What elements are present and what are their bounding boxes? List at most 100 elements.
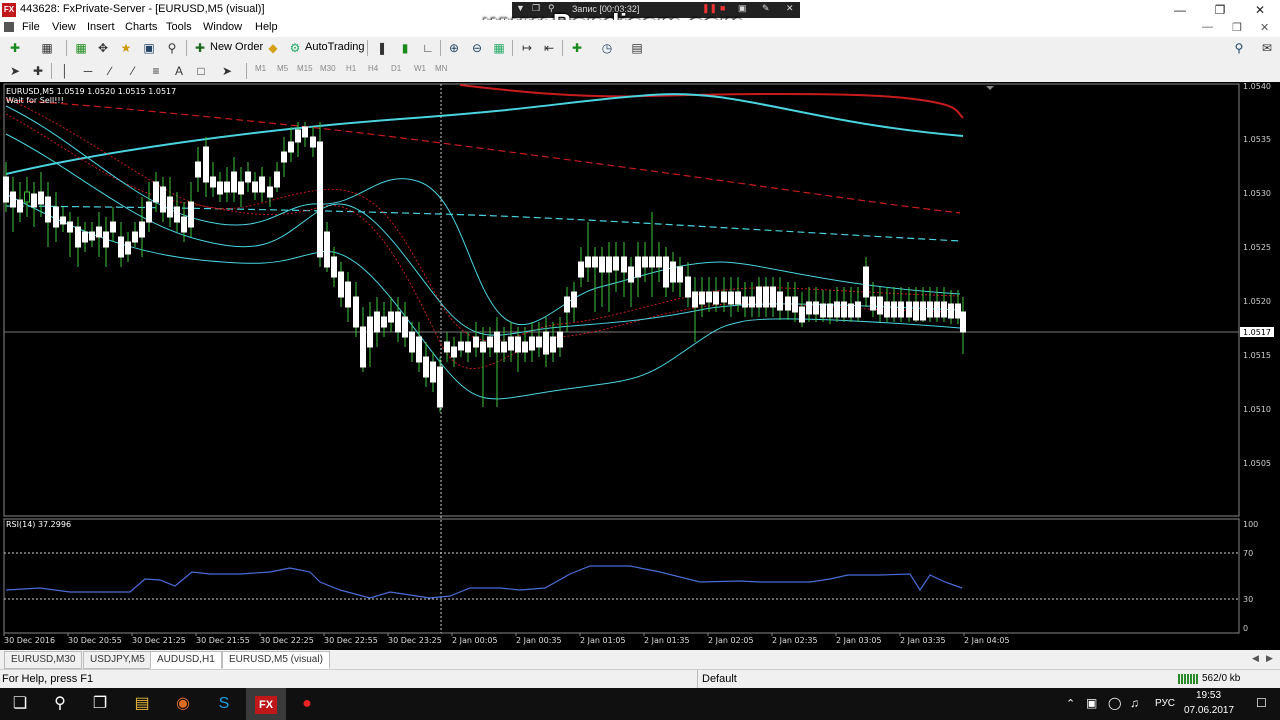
close-button[interactable]: ✕ bbox=[1240, 0, 1280, 20]
menu-view[interactable]: View bbox=[48, 21, 80, 33]
connection-icon bbox=[1178, 674, 1198, 684]
clock-time[interactable]: 19:53 bbox=[1196, 690, 1221, 701]
menu-charts[interactable]: Charts bbox=[121, 21, 161, 33]
candle-body bbox=[585, 256, 591, 268]
templates-icon[interactable]: ▤ bbox=[628, 39, 646, 57]
menu-file[interactable]: File bbox=[18, 21, 44, 33]
channel-icon[interactable]: ⁄ bbox=[124, 62, 142, 80]
autotrading-icon[interactable]: ⚙ bbox=[286, 39, 304, 57]
child-restore-button[interactable]: ❐ bbox=[1228, 21, 1246, 34]
child-close-button[interactable]: ✕ bbox=[1256, 21, 1273, 34]
menu-help[interactable]: Help bbox=[251, 21, 282, 33]
candle-body bbox=[699, 291, 705, 305]
vertical-line-icon[interactable]: │ bbox=[56, 62, 74, 80]
timeframe-h4[interactable]: H4 bbox=[368, 64, 378, 73]
zoom-in-icon[interactable]: ⊕ bbox=[445, 39, 463, 57]
window-title: 443628: FxPrivate-Server - [EURUSD,M5 (v… bbox=[20, 3, 265, 15]
tester-icon[interactable]: ⚲ bbox=[163, 39, 181, 57]
tab-scroll-left-icon[interactable]: ◀ bbox=[1252, 653, 1259, 664]
timeframe-d1[interactable]: D1 bbox=[391, 64, 401, 73]
chart-shift-icon[interactable]: ⇤ bbox=[540, 39, 558, 57]
periods-icon[interactable]: ◷ bbox=[598, 39, 616, 57]
chart-shift-marker[interactable] bbox=[986, 86, 994, 90]
tab-scroll-right-icon[interactable]: ▶ bbox=[1266, 653, 1273, 664]
indicators-icon[interactable]: ✚ bbox=[568, 39, 586, 57]
new-order-icon[interactable]: ✚ bbox=[191, 39, 209, 57]
windows-start-icon[interactable]: ❏ bbox=[0, 688, 40, 720]
candle-body bbox=[367, 316, 373, 348]
chat-icon[interactable]: ✉ bbox=[1258, 39, 1276, 57]
autotrading-button[interactable]: AutoTrading bbox=[305, 41, 365, 53]
candle-body bbox=[670, 261, 676, 283]
timeframe-m1[interactable]: M1 bbox=[255, 64, 266, 73]
horizontal-line-icon[interactable]: ─ bbox=[79, 62, 97, 80]
chart-tab[interactable]: EURUSD,M30 bbox=[4, 651, 83, 669]
tile-windows-icon[interactable]: ▦ bbox=[490, 39, 508, 57]
trendline-icon[interactable]: ∕ bbox=[101, 62, 119, 80]
cursor-icon[interactable]: ➤ bbox=[6, 62, 24, 80]
chart-tab[interactable]: USDJPY,M5 bbox=[83, 651, 152, 669]
bar-chart-icon[interactable]: ❚ bbox=[373, 39, 391, 57]
timeframe-mn[interactable]: MN bbox=[435, 64, 447, 73]
timeframe-w1[interactable]: W1 bbox=[414, 64, 426, 73]
new-chart-icon[interactable]: ✚ bbox=[6, 39, 24, 57]
metatrader-taskbar-button[interactable]: FX bbox=[246, 688, 286, 720]
fibonacci-icon[interactable]: ≡ bbox=[147, 62, 165, 80]
crosshair-icon[interactable]: ✚ bbox=[29, 62, 47, 80]
menu-insert[interactable]: Insert bbox=[83, 21, 119, 33]
restore-button[interactable]: ❐ bbox=[1200, 0, 1240, 20]
line-chart-icon[interactable]: ∟ bbox=[419, 39, 437, 57]
candle-body bbox=[167, 196, 173, 218]
chart-tab-active[interactable]: EURUSD,M5 (visual) bbox=[222, 651, 330, 669]
candle-body bbox=[529, 336, 535, 351]
timeframe-m30[interactable]: M30 bbox=[320, 64, 336, 73]
standard-toolbar: ✚ ▦ ▦ ✥ ★ ▣ ⚲ ✚ New Order ◆ ⚙ AutoTradin… bbox=[0, 37, 1280, 61]
zoom-out-icon[interactable]: ⊖ bbox=[468, 39, 486, 57]
language-indicator[interactable]: РУС bbox=[1155, 698, 1175, 709]
chart-menu-icon[interactable] bbox=[4, 22, 14, 32]
search-icon[interactable]: ⚲ bbox=[1230, 39, 1248, 57]
pen-icon[interactable]: ✎ bbox=[762, 3, 770, 14]
firefox-icon[interactable]: ◉ bbox=[163, 688, 203, 720]
minimize-button[interactable]: — bbox=[1160, 0, 1200, 20]
volume-icon[interactable]: ♫ bbox=[1130, 696, 1139, 710]
wifi-icon[interactable]: ◯ bbox=[1108, 696, 1121, 710]
text-icon[interactable]: A bbox=[170, 62, 188, 80]
chart-window[interactable]: 1.0540 1.0535 1.0530 1.0525 1.0520 1.051… bbox=[0, 82, 1280, 650]
task-view-icon[interactable]: ❐ bbox=[80, 688, 120, 720]
candle-body bbox=[38, 191, 44, 205]
candle-body bbox=[331, 256, 337, 278]
skype-icon[interactable]: S bbox=[204, 688, 244, 720]
text-label-icon[interactable]: □ bbox=[192, 62, 210, 80]
metaeditor-icon[interactable]: ◆ bbox=[264, 39, 282, 57]
candlestick-icon[interactable]: ▮ bbox=[396, 39, 414, 57]
timeframe-m5[interactable]: M5 bbox=[277, 64, 288, 73]
navigator-icon[interactable]: ★ bbox=[117, 39, 135, 57]
show-hidden-icons-icon[interactable]: ⌃ bbox=[1066, 697, 1075, 710]
new-order-button[interactable]: New Order bbox=[210, 41, 263, 53]
search-icon[interactable]: ⚲ bbox=[40, 688, 80, 720]
file-explorer-icon[interactable]: ▤ bbox=[122, 688, 162, 720]
timeframe-h1[interactable]: H1 bbox=[346, 64, 356, 73]
notifications-icon[interactable]: ☐ bbox=[1256, 696, 1267, 710]
network-icon[interactable]: ▣ bbox=[1086, 696, 1097, 710]
child-minimize-button[interactable]: — bbox=[1198, 21, 1217, 33]
candle-body bbox=[635, 256, 641, 278]
price-chart[interactable]: 1.0540 1.0535 1.0530 1.0525 1.0520 1.051… bbox=[0, 82, 1280, 650]
auto-scroll-icon[interactable]: ↦ bbox=[518, 39, 536, 57]
bandicam-icon[interactable]: ● bbox=[287, 688, 327, 720]
close-overlay-icon[interactable]: ✕ bbox=[786, 3, 794, 14]
terminal-icon[interactable]: ▣ bbox=[140, 39, 158, 57]
clock-date[interactable]: 07.06.2017 bbox=[1184, 705, 1234, 716]
market-watch-icon[interactable]: ▦ bbox=[72, 39, 90, 57]
arrows-icon[interactable]: ➤ bbox=[218, 62, 236, 80]
chart-tab[interactable]: AUDUSD,H1 bbox=[150, 651, 222, 669]
menu-tools[interactable]: Tools bbox=[162, 21, 196, 33]
data-window-icon[interactable]: ✥ bbox=[94, 39, 112, 57]
timeframe-m15[interactable]: M15 bbox=[297, 64, 313, 73]
candle-body bbox=[721, 291, 727, 303]
moving-average-red bbox=[459, 84, 964, 119]
profiles-icon[interactable]: ▦ bbox=[38, 39, 56, 57]
candle-body bbox=[465, 341, 471, 353]
menu-window[interactable]: Window bbox=[199, 21, 246, 33]
